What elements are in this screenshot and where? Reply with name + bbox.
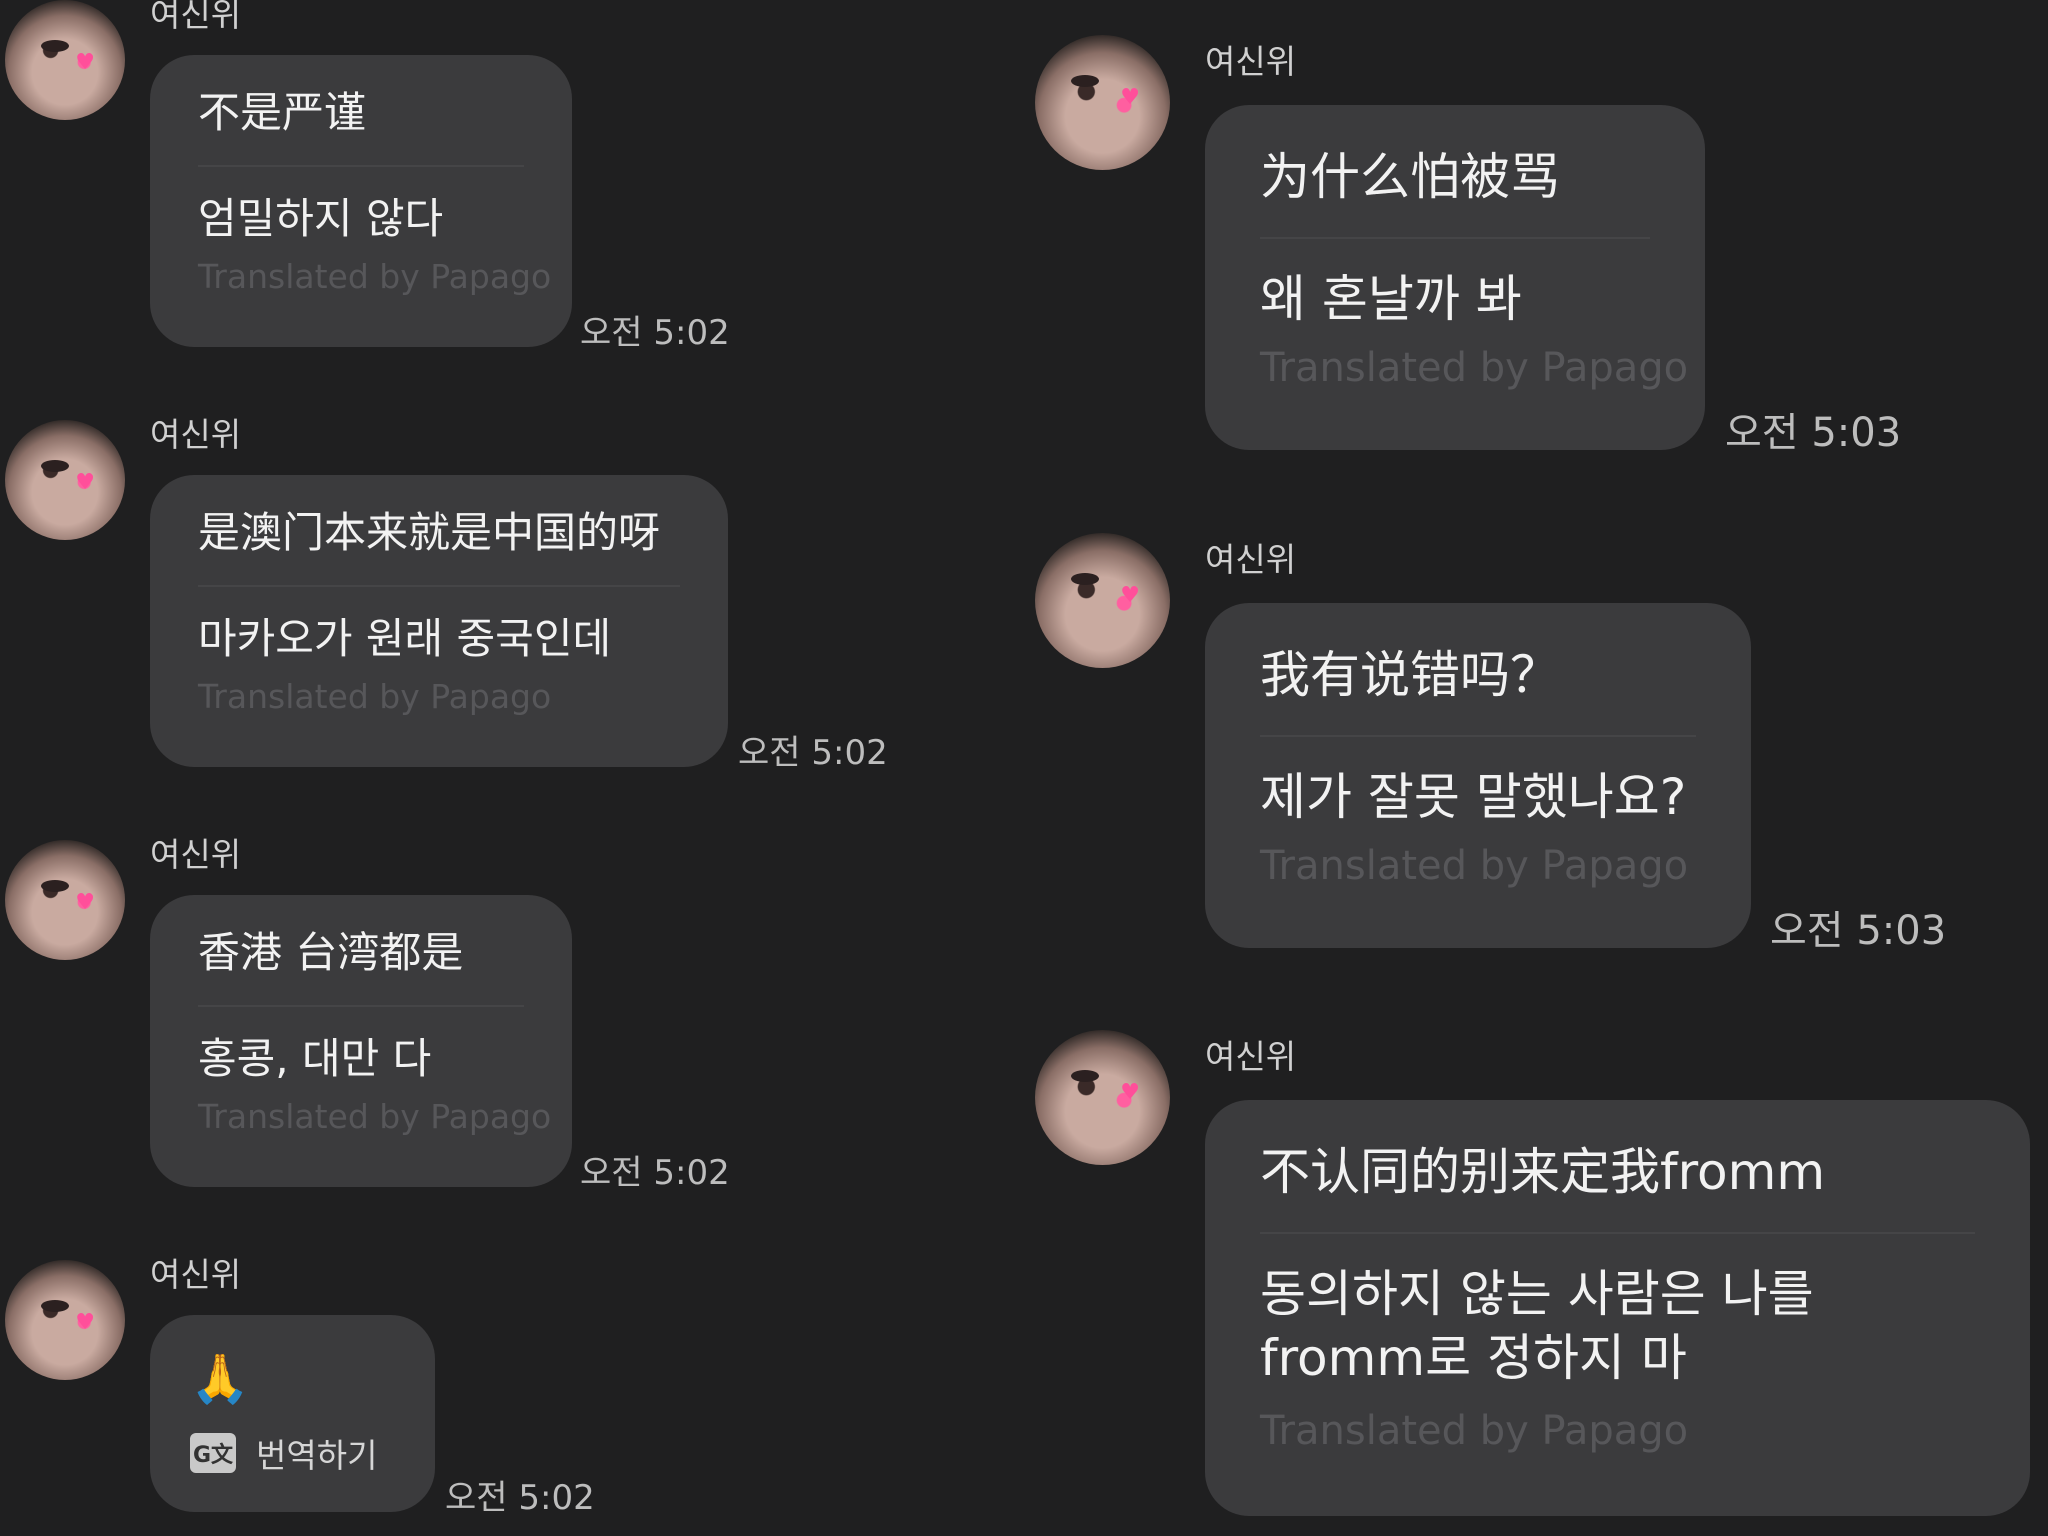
heart-icon: ♥ <box>75 50 95 75</box>
message-timestamp: 오전 5:02 <box>445 1478 595 1518</box>
translated-text: fromm로 정하지 마 <box>1260 1329 1687 1387</box>
heart-icon: ♥ <box>1120 583 1140 608</box>
message-timestamp: 오전 5:02 <box>738 733 888 773</box>
translation-credit: Translated by Papago <box>1260 843 1689 889</box>
heart-icon: ♥ <box>75 470 95 495</box>
message-bubble[interactable]: 🙏 G文 번역하기 <box>150 1315 435 1512</box>
avatar-eye <box>41 1300 69 1312</box>
translated-text: 마카오가 원래 중국인데 <box>198 614 612 663</box>
translation-credit: Translated by Papago <box>1260 345 1689 391</box>
original-text: 我有说错吗？ <box>1260 643 1696 737</box>
sender-name: 여신위 <box>1205 1037 1297 1076</box>
avatar-eye <box>41 880 69 892</box>
translation-credit: Translated by Papago <box>198 257 552 296</box>
message-bubble[interactable]: 我有说错吗？ 제가 잘못 말했나요? Translated by Papago <box>1205 603 1751 948</box>
translated-text: 왜 혼날까 봐 <box>1260 270 1522 328</box>
translated-text: 제가 잘못 말했나요? <box>1260 768 1687 826</box>
message-timestamp: 오전 5:02 <box>580 1153 730 1193</box>
sender-name: 여신위 <box>1205 42 1297 81</box>
avatar-eye <box>1071 1070 1099 1082</box>
heart-icon: ♥ <box>75 890 95 915</box>
message-bubble[interactable]: 不认同的别来定我fromm 동의하지 않는 사람은 나를 fromm로 정하지 … <box>1205 1100 2030 1516</box>
sender-name: 여신위 <box>150 415 242 454</box>
original-text: 为什么怕被骂 <box>1260 145 1650 239</box>
avatar-eye <box>41 40 69 52</box>
avatar[interactable]: ♥ <box>1035 35 1170 170</box>
sender-name: 여신위 <box>150 0 242 34</box>
avatar-eye <box>41 460 69 472</box>
translation-credit: Translated by Papago <box>1260 1408 1689 1454</box>
original-text: 是澳门本来就是中国的呀 <box>198 505 680 587</box>
message-bubble[interactable]: 是澳门本来就是中国的呀 마카오가 원래 중국인데 Translated by P… <box>150 475 728 767</box>
translate-button[interactable]: G文 번역하기 <box>190 1429 395 1477</box>
heart-icon: ♥ <box>75 1310 95 1335</box>
translated-text: 홍콩, 대만 다 <box>198 1034 432 1083</box>
sender-name: 여신위 <box>1205 540 1297 579</box>
translated-text: 동의하지 않는 사람은 나를 <box>1260 1265 1814 1323</box>
message-timestamp: 오전 5:03 <box>1770 908 1947 954</box>
sender-name: 여신위 <box>150 835 242 874</box>
translation-credit: Translated by Papago <box>198 677 552 716</box>
message-bubble[interactable]: 为什么怕被骂 왜 혼날까 봐 Translated by Papago <box>1205 105 1705 450</box>
message-bubble[interactable]: 香港 台湾都是 홍콩, 대만 다 Translated by Papago <box>150 895 572 1187</box>
avatar[interactable]: ♥ <box>1035 533 1170 668</box>
translated-text: 엄밀하지 않다 <box>198 194 444 243</box>
original-text: 不是严谨 <box>198 85 524 167</box>
translate-label: 번역하기 <box>256 1436 378 1475</box>
avatar[interactable]: ♥ <box>5 420 125 540</box>
sender-name: 여신위 <box>150 1255 242 1294</box>
folded-hands-emoji: 🙏 <box>190 1351 250 1407</box>
heart-icon: ♥ <box>1120 85 1140 110</box>
avatar[interactable]: ♥ <box>1035 1030 1170 1165</box>
original-text: 香港 台湾都是 <box>198 925 524 1007</box>
message-timestamp: 오전 5:03 <box>1725 410 1902 456</box>
original-text: 不认同的别来定我fromm <box>1260 1140 1975 1234</box>
translate-icon: G文 <box>190 1433 236 1473</box>
avatar-eye <box>1071 75 1099 87</box>
avatar[interactable]: ♥ <box>5 0 125 120</box>
message-bubble[interactable]: 不是严谨 엄밀하지 않다 Translated by Papago <box>150 55 572 347</box>
message-timestamp: 오전 5:02 <box>580 313 730 353</box>
avatar[interactable]: ♥ <box>5 1260 125 1380</box>
translation-credit: Translated by Papago <box>198 1097 552 1136</box>
avatar-eye <box>1071 573 1099 585</box>
avatar[interactable]: ♥ <box>5 840 125 960</box>
heart-icon: ♥ <box>1120 1080 1140 1105</box>
